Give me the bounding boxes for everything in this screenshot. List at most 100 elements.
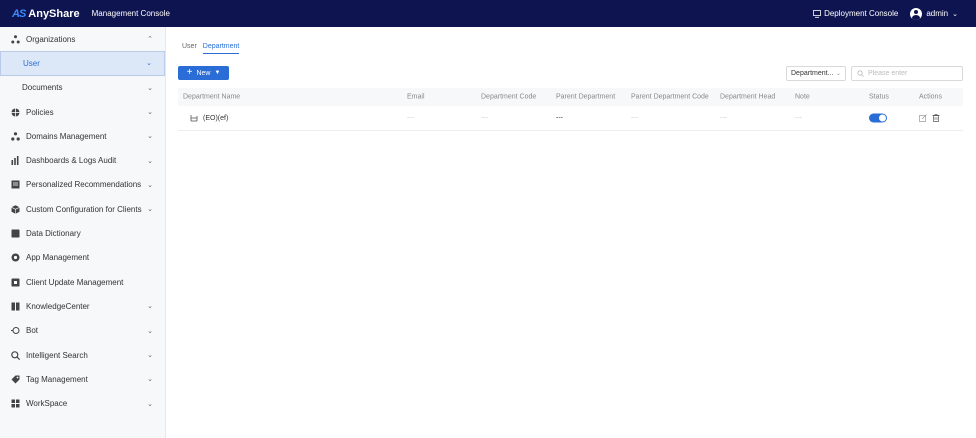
- domain-icon: [11, 132, 20, 141]
- sidebar-item-workspace[interactable]: WorkSpace ⌄: [0, 391, 165, 415]
- sidebar-item-label: App Management: [26, 253, 90, 263]
- column-header-department-name[interactable]: Department Name: [183, 94, 240, 101]
- book-icon: [11, 229, 20, 238]
- top-bar: AS AnyShare Management Console Deploymen…: [0, 0, 976, 27]
- sidebar-item-app-management[interactable]: App Management: [0, 246, 165, 270]
- sidebar-item-bot[interactable]: Bot ⌄: [0, 319, 165, 343]
- new-button-label: New: [196, 69, 211, 77]
- sidebar-item-label: Data Dictionary: [26, 229, 81, 239]
- sidebar-item-intelligent-search[interactable]: Intelligent Search ⌄: [0, 343, 165, 367]
- column-header-parent-department[interactable]: Parent Department: [556, 94, 615, 101]
- sidebar-item-organizations[interactable]: Organizations ⌃: [0, 27, 165, 51]
- search-icon: [857, 70, 864, 77]
- logo-mark: AS: [12, 7, 26, 20]
- chevron-down-icon[interactable]: ⌄: [147, 132, 153, 140]
- sidebar-item-label: Client Update Management: [26, 277, 124, 287]
- tab-user[interactable]: User: [182, 43, 197, 54]
- actions-cell: [919, 114, 945, 122]
- plus-icon: +: [186, 67, 193, 78]
- column-header-department-code[interactable]: Department Code: [481, 94, 536, 101]
- chart-icon: [11, 156, 20, 166]
- chevron-up-icon[interactable]: ⌃: [147, 35, 153, 43]
- parent-department-code-cell: ---: [631, 114, 638, 122]
- chevron-down-icon[interactable]: ⌄: [147, 400, 153, 408]
- search-box: [851, 66, 963, 81]
- sidebar-item-documents[interactable]: Documents ⌄: [0, 76, 165, 100]
- search-scope-value: Department...: [791, 70, 834, 77]
- knowledge-icon: [11, 302, 20, 311]
- bot-icon: [11, 326, 20, 335]
- department-name: (EO)(ef): [203, 114, 229, 122]
- sidebar-item-label: WorkSpace: [26, 399, 68, 409]
- sidebar-item-label: KnowledgeCenter: [26, 301, 90, 311]
- sidebar-item-user[interactable]: User ⌄: [0, 51, 165, 76]
- edit-icon[interactable]: [919, 114, 927, 122]
- chevron-down-icon[interactable]: ⌄: [147, 205, 153, 213]
- sidebar-item-label: Bot: [26, 326, 39, 336]
- tab-department[interactable]: Department: [202, 43, 240, 54]
- chevron-down-icon: ⌄: [835, 71, 841, 77]
- recommend-icon: [11, 180, 20, 189]
- column-header-email[interactable]: Email: [407, 94, 425, 101]
- department-code-cell: ---: [481, 114, 488, 122]
- delete-icon[interactable]: [932, 114, 940, 122]
- sidebar-item-label: Intelligent Search: [26, 350, 88, 360]
- workspace-icon: [11, 399, 20, 408]
- table-row[interactable]: (EO)(ef) --- --- --- --- --- ---: [178, 106, 963, 131]
- column-header-parent-department-code[interactable]: Parent Department Code: [631, 94, 709, 101]
- search-input[interactable]: [868, 70, 958, 77]
- sidebar-item-tag-management[interactable]: Tag Management ⌄: [0, 367, 165, 391]
- column-header-status[interactable]: Status: [869, 94, 889, 101]
- sidebar-item-client-update-management[interactable]: Client Update Management: [0, 270, 165, 294]
- chevron-down-icon: ⌄: [952, 10, 958, 18]
- sidebar-item-label: Tag Management: [26, 374, 88, 384]
- sidebar-item-label: Domains Management: [26, 131, 107, 141]
- username: admin: [926, 9, 949, 18]
- column-header-department-head[interactable]: Department Head: [720, 94, 775, 101]
- logo-text: AnyShare: [28, 7, 80, 20]
- department-head-cell: ---: [720, 114, 727, 122]
- sidebar-item-label: Custom Configuration for Clients: [26, 204, 142, 214]
- new-button[interactable]: + New ▼: [178, 66, 229, 80]
- status-toggle[interactable]: [869, 113, 887, 123]
- chevron-down-icon[interactable]: ⌄: [146, 59, 152, 67]
- avatar: [910, 7, 923, 20]
- sidebar-item-label: Personalized Recommendations: [26, 180, 142, 190]
- sidebar-item-personalized-recommendations[interactable]: Personalized Recommendations ⌄: [0, 173, 165, 197]
- sidebar-item-knowledgecenter[interactable]: KnowledgeCenter ⌄: [0, 294, 165, 318]
- sidebar-item-domains-management[interactable]: Domains Management ⌄: [0, 124, 165, 148]
- email-cell: ---: [407, 114, 414, 122]
- chevron-down-icon[interactable]: ⌄: [147, 84, 153, 92]
- tag-icon: [11, 375, 20, 384]
- column-header-note[interactable]: Note: [795, 94, 810, 101]
- monitor-icon: [813, 9, 821, 18]
- sidebar-item-custom-configuration-for-clients[interactable]: Custom Configuration for Clients ⌄: [0, 197, 165, 221]
- sidebar-item-policies[interactable]: Policies ⌄: [0, 100, 165, 124]
- sidebar-item-data-dictionary[interactable]: Data Dictionary: [0, 221, 165, 245]
- app-logo[interactable]: AS AnyShare: [12, 8, 80, 20]
- sidebar-item-dashboards-logs-audit[interactable]: Dashboards & Logs Audit ⌄: [0, 148, 165, 172]
- search-scope-select[interactable]: Department... ⌄: [786, 66, 846, 81]
- organization-icon: [11, 34, 20, 44]
- chevron-down-icon[interactable]: ⌄: [147, 375, 153, 383]
- note-cell: ---: [795, 114, 802, 122]
- column-header-actions: Actions: [919, 93, 942, 101]
- chevron-down-icon[interactable]: ⌄: [147, 327, 153, 335]
- chevron-down-icon[interactable]: ⌄: [147, 181, 153, 189]
- policy-icon: [11, 108, 20, 117]
- department-table: Department Name Email Department Code Pa…: [178, 88, 963, 131]
- chevron-down-icon[interactable]: ⌄: [147, 157, 153, 165]
- sidebar-item-label: Documents: [22, 83, 63, 93]
- sidebar: Organizations ⌃ User ⌄ Documents ⌄ Policies ⌄ Do…: [0, 27, 166, 438]
- update-icon: [11, 278, 20, 287]
- search-icon: [11, 350, 20, 360]
- user-menu[interactable]: admin ⌄: [910, 7, 958, 20]
- chevron-down-icon[interactable]: ⌄: [147, 351, 153, 359]
- deployment-console-link[interactable]: Deployment Console: [813, 9, 898, 18]
- department-name-cell[interactable]: (EO)(ef): [190, 114, 228, 122]
- org-tree-icon: [190, 115, 198, 122]
- chevron-down-icon[interactable]: ⌄: [147, 302, 153, 310]
- console-title: Management Console: [91, 9, 170, 18]
- sidebar-item-label: Organizations: [26, 34, 76, 44]
- chevron-down-icon[interactable]: ⌄: [147, 108, 153, 116]
